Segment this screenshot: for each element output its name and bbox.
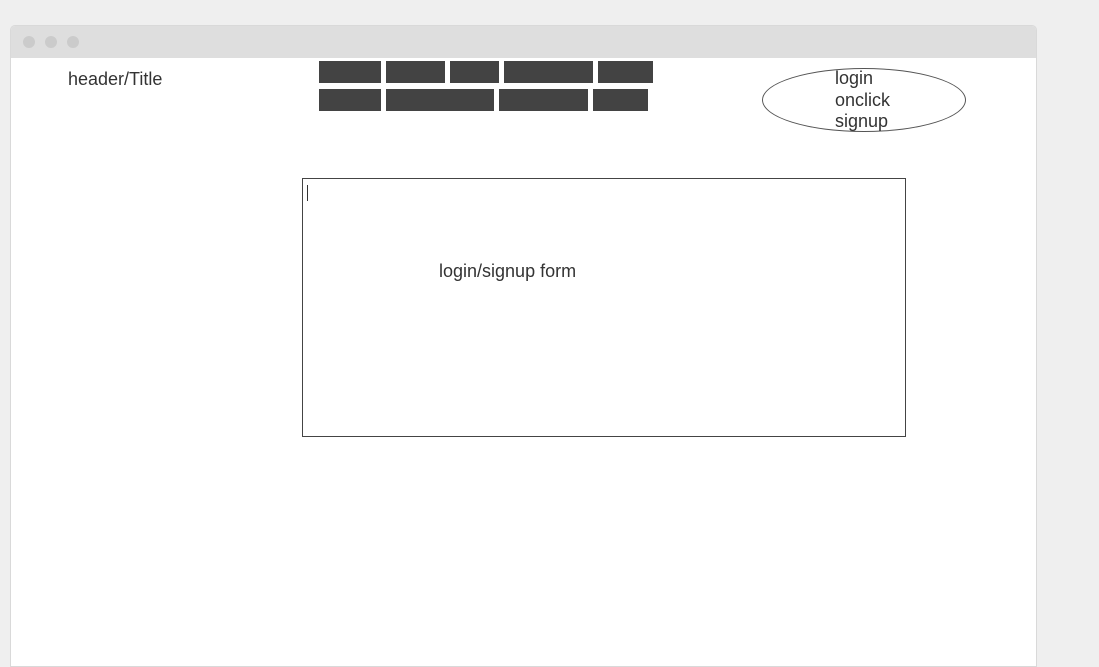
nav-item-7[interactable]	[386, 89, 494, 111]
login-label-line-2: onclick	[835, 89, 891, 110]
nav-item-4[interactable]	[504, 61, 593, 83]
nav-item-6[interactable]	[319, 89, 381, 111]
login-signup-button-label: login onclick signup	[835, 68, 890, 133]
page-title: header/Title	[68, 69, 163, 89]
nav-item-1[interactable]	[319, 61, 381, 83]
nav-item-2[interactable]	[386, 61, 445, 83]
form-label: login/signup form	[439, 261, 577, 281]
window-maximize-dot[interactable]	[67, 36, 79, 48]
browser-window: header/Title login onclick signup login/…	[10, 25, 1037, 667]
login-label-line-3: signup	[835, 111, 889, 131]
nav-item-8[interactable]	[499, 89, 588, 111]
text-caret	[307, 185, 308, 201]
window-minimize-dot[interactable]	[45, 36, 57, 48]
nav-item-5[interactable]	[598, 61, 653, 83]
nav-item-9[interactable]	[593, 89, 648, 111]
login-signup-form[interactable]: login/signup form	[302, 178, 906, 437]
window-close-dot[interactable]	[23, 36, 35, 48]
window-titlebar	[11, 26, 1036, 58]
nav-item-3[interactable]	[450, 61, 499, 83]
login-label-line-1: login	[835, 68, 874, 88]
